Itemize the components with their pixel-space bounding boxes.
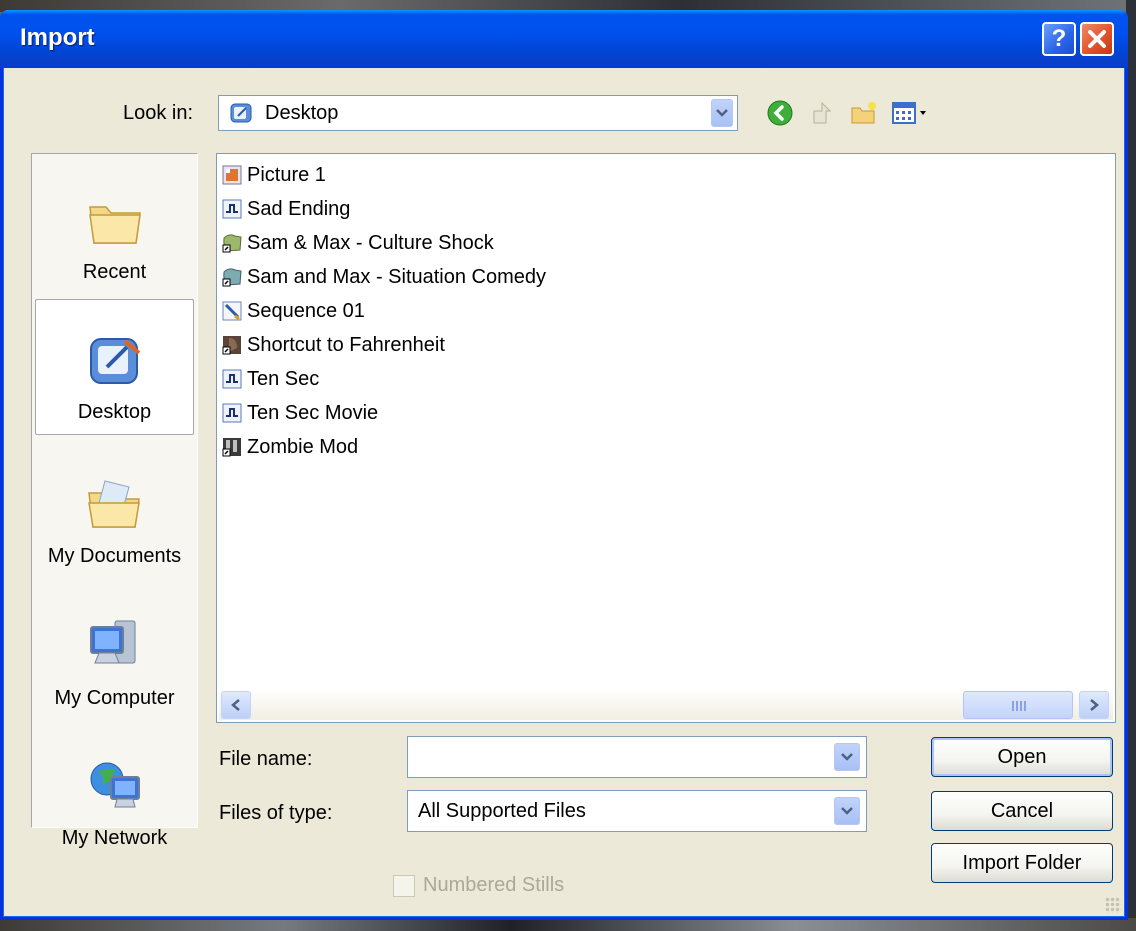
grip-icon <box>1012 701 1026 711</box>
place-label-recent: Recent <box>82 261 147 283</box>
media-file-icon <box>222 199 242 219</box>
file-name-dropdown-button[interactable] <box>834 743 860 771</box>
file-name-combo[interactable] <box>407 736 867 778</box>
my-documents-icon <box>87 480 140 528</box>
window-title: Import <box>20 24 95 51</box>
file-name-text: Ten Sec <box>247 367 320 390</box>
place-recent[interactable]: Recent <box>35 158 194 294</box>
list-item[interactable]: Ten Sec <box>221 364 319 394</box>
place-label-my-computer: My Computer <box>54 687 175 709</box>
file-name-text: Sequence 01 <box>247 299 365 322</box>
place-desktop[interactable]: Desktop <box>35 299 194 435</box>
scroll-right-button[interactable] <box>1079 691 1109 719</box>
look-in-combo[interactable]: Desktop <box>218 95 738 131</box>
place-label-my-documents: My Documents <box>47 545 182 567</box>
help-button[interactable]: ? <box>1042 22 1076 56</box>
list-item[interactable]: Sad Ending <box>221 194 350 224</box>
help-icon: ? <box>1051 25 1067 52</box>
view-menu-icon <box>892 102 926 124</box>
horizontal-scrollbar[interactable] <box>219 690 1113 720</box>
file-type-select[interactable]: All Supported Files <box>407 790 867 832</box>
chevron-right-icon <box>1090 699 1099 711</box>
look-in-dropdown-button[interactable] <box>711 99 733 127</box>
title-bar[interactable]: Import ? <box>0 10 1128 68</box>
import-dialog: Import ? Look in: Desktop Recent Desktop… <box>0 10 1128 920</box>
open-button[interactable]: Open <box>931 737 1113 777</box>
new-folder-icon[interactable] <box>850 99 878 127</box>
resize-grip-icon[interactable] <box>1105 897 1121 913</box>
chevron-left-icon <box>231 699 240 711</box>
numbered-stills-option[interactable]: Numbered Stills <box>393 874 564 897</box>
file-list[interactable]: Picture 1 Sad Ending Sam & Max - Culture… <box>216 153 1116 723</box>
desktop-icon <box>89 338 140 384</box>
file-name-text: Picture 1 <box>247 163 326 186</box>
media-file-icon <box>222 369 242 389</box>
game-shortcut-icon <box>222 336 241 355</box>
look-in-label: Look in: <box>123 102 194 124</box>
game-shortcut-icon <box>222 268 242 287</box>
file-name-input[interactable] <box>416 745 816 769</box>
list-item[interactable]: Shortcut to Fahrenheit <box>221 330 445 360</box>
folder-icon <box>88 206 141 244</box>
file-type-dropdown-button[interactable] <box>834 797 860 825</box>
file-name-text: Sad Ending <box>247 197 351 220</box>
views-menu-button[interactable] <box>891 101 939 127</box>
back-icon[interactable] <box>766 99 794 127</box>
place-my-computer[interactable]: My Computer <box>35 584 194 720</box>
list-item[interactable]: Picture 1 <box>221 160 326 190</box>
import-folder-button[interactable]: Import Folder <box>931 843 1113 883</box>
place-label-my-network: My Network <box>61 827 168 849</box>
sequence-icon <box>222 301 242 321</box>
file-type-label: Files of type: <box>219 802 333 824</box>
app-shortcut-icon <box>222 438 241 457</box>
list-item[interactable]: Sequence 01 <box>221 296 365 326</box>
game-shortcut-icon <box>222 234 242 253</box>
file-name-text: Sam and Max - Situation Comedy <box>247 265 547 288</box>
file-name-text: Zombie Mod <box>247 435 359 458</box>
media-file-icon <box>222 403 242 423</box>
close-button[interactable] <box>1080 22 1114 56</box>
place-my-documents[interactable]: My Documents <box>35 442 194 578</box>
place-label-desktop: Desktop <box>77 401 152 423</box>
look-in-value: Desktop <box>265 102 339 124</box>
my-network-icon <box>90 762 140 808</box>
list-item[interactable]: Zombie Mod <box>221 432 358 462</box>
scroll-thumb[interactable] <box>963 691 1073 719</box>
desktop-icon <box>230 103 252 123</box>
list-item[interactable]: Sam & Max - Culture Shock <box>221 228 494 258</box>
close-icon <box>1088 30 1106 48</box>
list-item[interactable]: Ten Sec Movie <box>221 398 378 428</box>
up-folder-icon[interactable] <box>808 99 836 127</box>
file-name-text: Sam & Max - Culture Shock <box>247 231 494 254</box>
cancel-button[interactable]: Cancel <box>931 791 1113 831</box>
numbered-stills-checkbox[interactable] <box>393 874 415 897</box>
picture-icon <box>222 165 242 185</box>
file-name-text: Shortcut to Fahrenheit <box>247 333 445 356</box>
file-name-label: File name: <box>219 748 313 770</box>
numbered-stills-label: Numbered Stills <box>423 874 565 896</box>
place-my-network[interactable]: My Network <box>35 724 194 860</box>
scroll-left-button[interactable] <box>221 691 251 719</box>
chevron-down-icon <box>716 109 728 117</box>
places-bar: Recent Desktop My Documents My Computer … <box>31 153 198 849</box>
my-computer-icon <box>89 620 135 664</box>
chevron-down-icon <box>841 807 853 815</box>
file-name-text: Ten Sec Movie <box>247 401 379 424</box>
list-item[interactable]: Sam and Max - Situation Comedy <box>221 262 546 292</box>
file-type-value: All Supported Files <box>418 800 586 822</box>
chevron-down-icon <box>841 753 853 761</box>
